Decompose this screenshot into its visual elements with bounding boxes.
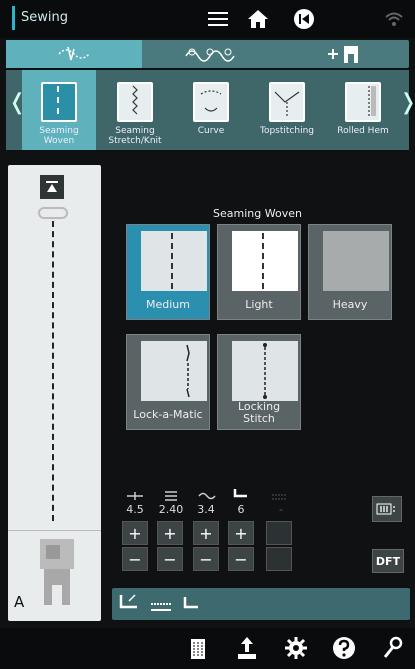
chevron-right-icon[interactable]: ❭	[399, 90, 415, 115]
disabled-plus-button	[266, 521, 292, 545]
stitch-advisor-icon	[58, 46, 90, 61]
topstitching-icon	[269, 82, 305, 122]
wifi-icon	[380, 5, 408, 33]
disabled-minus-button	[266, 547, 292, 571]
presser-foot-pressure-value: 6	[237, 503, 245, 516]
tile-lock-a-matic[interactable]: Lock-a-Matic	[126, 334, 210, 430]
stitch-preview-line	[52, 221, 54, 521]
category-label: Rolled Hem	[337, 126, 389, 136]
presser-foot-letter: A	[14, 593, 25, 611]
presser-foot-icon	[32, 537, 82, 613]
tension-minus-button[interactable]: −	[193, 547, 219, 571]
help-icon[interactable]	[332, 636, 356, 664]
stitch-length-minus-button[interactable]: −	[157, 547, 183, 571]
category-seaming-woven[interactable]: Seaming Woven	[22, 70, 96, 150]
presser-foot-lift-icon[interactable]	[118, 593, 140, 617]
jump-back-icon[interactable]	[290, 5, 318, 33]
tension-value: 3.4	[197, 503, 215, 516]
category-curve[interactable]: Curve	[174, 70, 248, 150]
presser-foot-down-icon[interactable]	[180, 595, 200, 615]
tab-sewing-advisor[interactable]	[6, 40, 142, 68]
category-rolled-hem[interactable]: Rolled Hem	[326, 70, 400, 150]
fabric-swatch	[141, 341, 207, 401]
stitch-width-minus-button[interactable]: −	[122, 547, 148, 571]
tile-label: Medium	[146, 298, 190, 311]
needle-stop-up-icon[interactable]	[40, 175, 64, 199]
tile-heavy[interactable]: Heavy	[308, 224, 392, 320]
tile-light[interactable]: Light	[217, 224, 301, 320]
tile-label: Locking Stitch	[237, 400, 281, 425]
chevron-left-icon[interactable]: ❬	[8, 90, 26, 115]
category-topstitching[interactable]: Topstitching	[250, 70, 324, 150]
category-strip: Seaming Woven Seaming Stretch/Knit Curve…	[6, 70, 409, 150]
tile-medium[interactable]: Medium	[126, 224, 210, 320]
presser-foot-pressure-icon	[233, 485, 249, 504]
category-label: Seaming	[115, 126, 155, 136]
add-stitch-icon	[327, 46, 358, 63]
divider	[8, 530, 101, 531]
stitch-width-plus-button[interactable]: +	[122, 521, 148, 545]
category-seaming-stretch[interactable]: Seaming Stretch/Knit	[98, 70, 172, 150]
category-label: Curve	[197, 126, 225, 136]
seaming-stretch-icon	[117, 82, 153, 122]
stitch-tools-strip	[112, 588, 410, 620]
stitch-program-icon[interactable]	[190, 638, 206, 664]
curve-icon	[193, 82, 229, 122]
settings-gear-icon[interactable]	[284, 636, 308, 664]
seaming-woven-icon	[41, 82, 77, 122]
stitch-width-value: 4.5	[126, 503, 144, 516]
stitch-length-value: 2.40	[158, 503, 184, 516]
tension-plus-button[interactable]: +	[193, 521, 219, 545]
stitch-length-plus-button[interactable]: +	[157, 521, 183, 545]
pressure-plus-button[interactable]: +	[228, 521, 254, 545]
tab-add-stitch[interactable]	[278, 40, 409, 68]
thread-cutter-icon[interactable]	[150, 598, 172, 617]
fabric-swatch	[232, 231, 298, 291]
rolled-hem-icon	[345, 82, 381, 122]
tile-label: Lock-a-Matic	[133, 408, 203, 421]
fabric-swatch	[323, 231, 389, 291]
tab-bar	[6, 40, 409, 68]
home-icon[interactable]	[244, 5, 272, 33]
export-icon[interactable]	[236, 636, 258, 664]
fabric-swatch	[232, 341, 298, 401]
category-label: Topstitching	[259, 126, 314, 136]
tile-label: Heavy	[332, 298, 368, 311]
section-title: Seaming Woven	[213, 207, 302, 220]
category-label: Woven	[43, 136, 75, 146]
pressure-minus-button[interactable]: −	[228, 547, 254, 571]
needle-icon	[38, 207, 68, 219]
fabric-swatch	[141, 231, 207, 291]
dft-button[interactable]: DFT	[372, 549, 404, 573]
category-label: Seaming	[39, 126, 79, 136]
category-label: Stretch/Knit	[108, 136, 162, 146]
service-tool-icon[interactable]	[382, 636, 404, 664]
tile-locking-stitch[interactable]: Locking Stitch	[217, 334, 301, 430]
tile-label: Light	[245, 298, 273, 311]
tab-decorative-stitches[interactable]	[142, 40, 278, 68]
stitch-options-button[interactable]	[372, 496, 402, 522]
stitch-options-icon	[376, 503, 395, 515]
stitch-preview-panel: A	[8, 165, 101, 621]
bottom-toolbar	[0, 628, 415, 669]
disabled-param-value: -	[279, 503, 283, 516]
app-title: Sewing	[12, 6, 68, 30]
decorative-stitch-icon	[185, 48, 235, 62]
menu-icon[interactable]	[204, 5, 232, 33]
